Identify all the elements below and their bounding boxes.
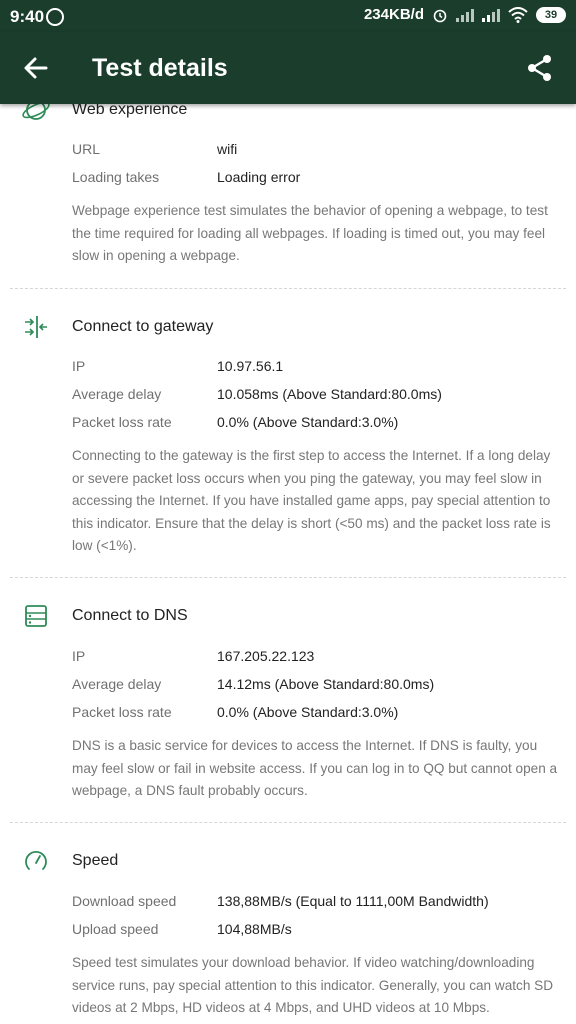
- row-value: 138,88MB/s (Equal to 1111,00M Bandwidth): [217, 893, 489, 909]
- alarm-icon: [433, 9, 447, 22]
- signal-1-icon: [456, 8, 474, 22]
- share-icon[interactable]: [524, 52, 556, 84]
- row-label: Download speed: [72, 893, 177, 909]
- row-value: wifi: [217, 141, 238, 157]
- row-label: Average delay: [72, 676, 162, 692]
- section-title: Speed: [72, 852, 119, 869]
- signal-2-icon: [482, 8, 500, 22]
- row-value: 10.97.56.1: [217, 358, 284, 374]
- row-label: Packet loss rate: [72, 414, 172, 430]
- gateway-transfer-icon: [25, 316, 47, 338]
- whatsapp-notification-icon: [46, 8, 64, 26]
- section-divider: [10, 288, 566, 289]
- row-value: 167.205.22.123: [217, 648, 315, 664]
- battery-icon: 39: [536, 6, 566, 23]
- row-value: 10.058ms (Above Standard:80.0ms): [217, 386, 442, 402]
- network-speed: 234KB/d: [363, 6, 424, 23]
- toolbar: Test details: [0, 32, 576, 104]
- row-label: Upload speed: [72, 921, 159, 937]
- status-bar: 9:40 234KB/d 39: [0, 0, 576, 32]
- section-description: DNS is a basic service for devices to ac…: [72, 738, 558, 798]
- section-description: Speed test simulates your download behav…: [72, 955, 554, 1015]
- row-label: Loading takes: [72, 169, 160, 185]
- back-arrow-icon[interactable]: [20, 52, 52, 84]
- section-title: Web experience: [72, 104, 188, 118]
- status-time: 9:40: [10, 7, 45, 26]
- row-value: Loading error: [217, 169, 301, 185]
- row-label: URL: [72, 141, 101, 157]
- details-scroll-area[interactable]: Web experience URL wifi Loading takes Lo…: [0, 104, 576, 1024]
- row-label: IP: [72, 358, 86, 374]
- row-label: Packet loss rate: [72, 704, 172, 720]
- wifi-icon: [508, 6, 528, 23]
- row-value: 14.12ms (Above Standard:80.0ms): [217, 676, 435, 692]
- row-value: 104,88MB/s: [217, 921, 292, 937]
- server-icon: [25, 605, 47, 627]
- section-divider: [10, 577, 566, 578]
- section-title: Connect to gateway: [72, 318, 214, 335]
- page-title: Test details: [92, 54, 228, 82]
- section-title: Connect to DNS: [72, 607, 188, 624]
- globe-icon: [22, 104, 50, 120]
- row-value: 0.0% (Above Standard:3.0%): [217, 414, 399, 430]
- section-divider: [10, 822, 566, 823]
- row-value: 0.0% (Above Standard:3.0%): [217, 704, 399, 720]
- section-description: Webpage experience test simulates the be…: [72, 203, 548, 263]
- status-right: 234KB/d 39: [364, 6, 566, 23]
- row-label: IP: [72, 648, 86, 664]
- row-label: Average delay: [72, 386, 162, 402]
- speedometer-icon: [25, 850, 47, 870]
- section-description: Connecting to the gateway is the first s…: [72, 448, 551, 553]
